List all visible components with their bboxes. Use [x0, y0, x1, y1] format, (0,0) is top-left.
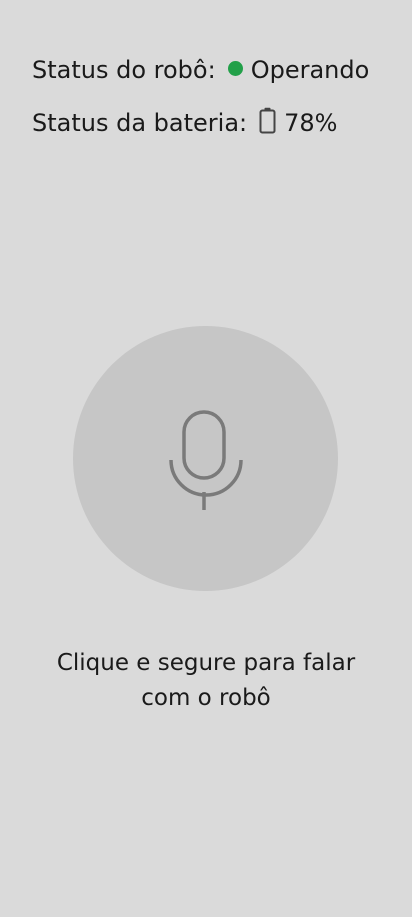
battery-status-label: Status da bateria: [32, 108, 248, 137]
robot-status-label: Status do robô: [32, 56, 216, 84]
microphone-icon [166, 402, 246, 516]
battery-icon [259, 107, 276, 138]
push-to-talk-button[interactable] [73, 326, 338, 591]
push-to-talk-instructions: Clique e segure para falar com o robô [0, 646, 412, 716]
robot-status-row: Status do robô: Operando [32, 58, 369, 82]
battery-status-row: Status da bateria: 78% [32, 107, 337, 138]
status-indicator-dot [227, 60, 243, 76]
battery-status-value: 78% [284, 108, 338, 137]
instructions-line-1: Clique e segure para falar [56, 650, 356, 676]
robot-status-value: Operando [250, 56, 370, 84]
instructions-line-2: com o robô [141, 685, 271, 711]
